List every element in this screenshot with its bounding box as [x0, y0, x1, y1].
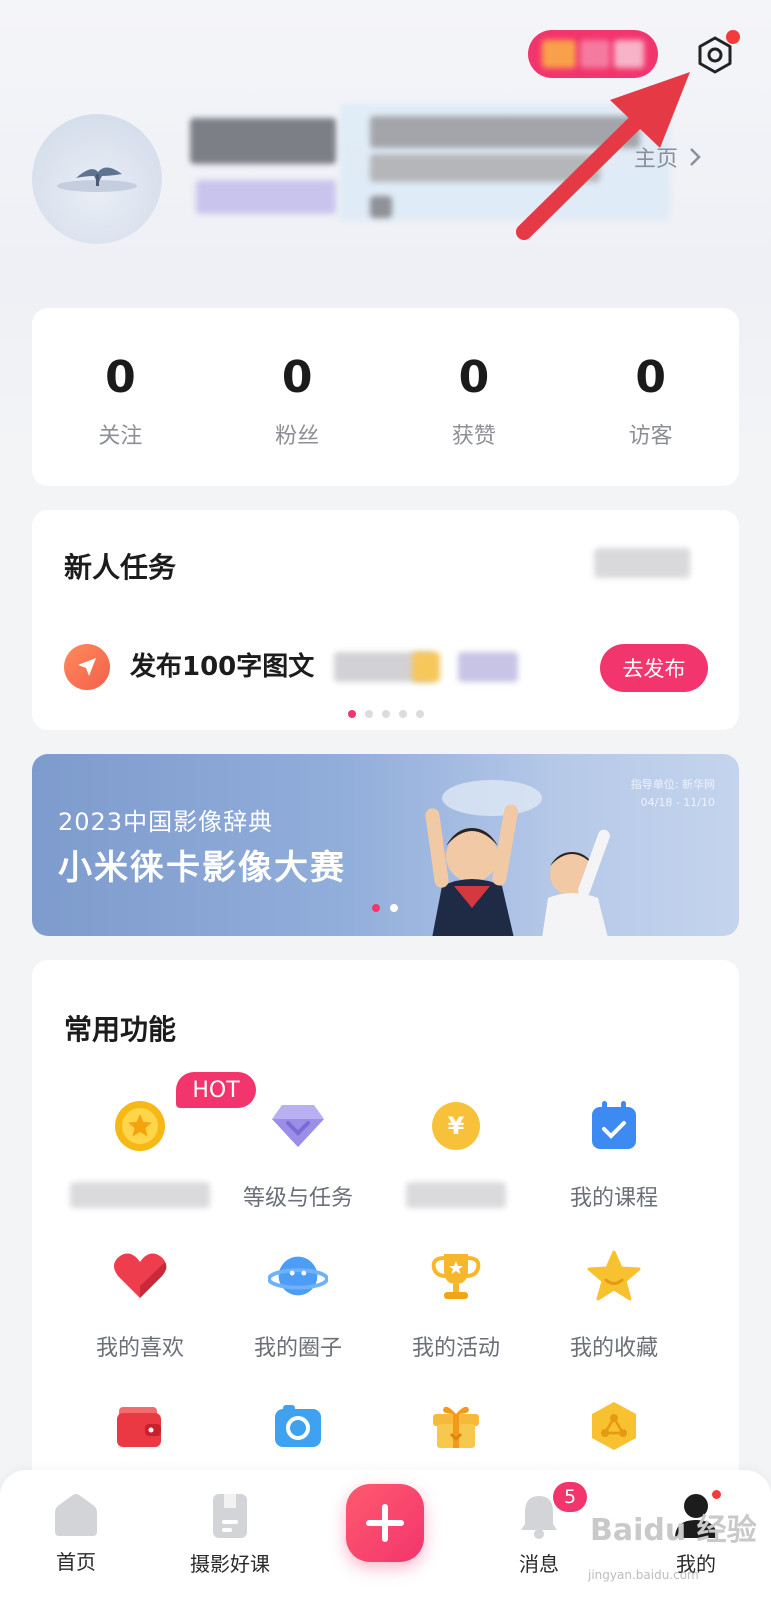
pagination-dot-active [372, 904, 380, 912]
gift-icon [426, 1396, 486, 1456]
annotation-arrow-icon [516, 72, 690, 240]
feature-coins[interactable] [60, 1094, 220, 1224]
planet-icon [268, 1246, 328, 1306]
stat-label: 获赞 [451, 424, 496, 449]
feature-label: 我的课程 [569, 1186, 658, 1211]
baidu-watermark-url: jingyan.baidu.com [588, 1568, 699, 1582]
settings-notification-dot [726, 30, 740, 44]
svg-text:¥: ¥ [448, 1112, 465, 1140]
stat-value: 0 [105, 352, 136, 403]
feature-earnings[interactable]: ¥ [376, 1094, 536, 1224]
feature-level-tasks[interactable]: 等级与任务 [218, 1094, 378, 1224]
stat-fans[interactable]: 0 粉丝 [209, 308, 386, 486]
stat-following[interactable]: 0 关注 [32, 308, 209, 486]
feature-label: 我的喜欢 [95, 1336, 184, 1361]
book-icon [213, 1494, 247, 1538]
trophy-icon [426, 1246, 486, 1306]
calendar-check-icon [584, 1096, 644, 1156]
feature-label-blurred [70, 1182, 210, 1208]
feature-my-courses[interactable]: 我的课程 [534, 1094, 694, 1224]
feature-label: 等级与任务 [242, 1186, 353, 1211]
feature-my-circles[interactable]: 我的圈子 [218, 1244, 378, 1374]
feature-my-likes[interactable]: 我的喜欢 [60, 1244, 220, 1374]
stat-label: 粉丝 [275, 424, 320, 449]
diamond-level-icon [268, 1096, 328, 1156]
feature-label-blurred [406, 1182, 506, 1208]
task-card-title: 新人任务 [64, 551, 177, 584]
banner-pagination [372, 904, 398, 912]
pagination-dot [390, 904, 398, 912]
feature-label: 我的活动 [411, 1336, 500, 1361]
nav-home[interactable]: 首页 [16, 1492, 136, 1575]
feature-label: 我的收藏 [569, 1336, 658, 1361]
stat-value: 0 [281, 352, 313, 403]
pagination-dot [364, 710, 373, 718]
feature-my-favorites[interactable]: 我的收藏 [534, 1244, 694, 1374]
task-pagination [32, 710, 739, 718]
mine-notification-dot [712, 1490, 721, 1499]
avatar[interactable] [32, 114, 162, 244]
stat-likes[interactable]: 0 获赞 [386, 308, 563, 486]
nav-label: 首页 [56, 1550, 96, 1574]
feature-label: 我的圈子 [253, 1336, 342, 1361]
feature-my-activities[interactable]: 我的活动 [376, 1244, 536, 1374]
newcomer-task-card: 新人任务 发布100字图文 去发布 [32, 510, 739, 730]
publish-button[interactable]: 去发布 [600, 644, 708, 692]
home-icon [55, 1494, 97, 1536]
camera-icon [268, 1396, 328, 1456]
nav-label: 消息 [519, 1552, 559, 1576]
wallet-icon [110, 1396, 170, 1456]
user-id-blurred [196, 180, 336, 214]
pagination-dot [398, 710, 407, 718]
nav-messages[interactable]: 消息 5 [479, 1482, 599, 1577]
send-icon [64, 644, 110, 690]
baidu-watermark: Baidu 经验 [590, 1513, 757, 1548]
nav-photography-courses[interactable]: 摄影好课 [170, 1492, 290, 1577]
stat-label: 访客 [628, 424, 673, 449]
star-icon [584, 1246, 644, 1306]
banner-subtitle: 2023中国影像辞典 [58, 808, 274, 836]
contest-banner[interactable]: 2023中国影像辞典 小米徕卡影像大赛 指导单位: 新华网 04/18 - 11… [32, 754, 739, 936]
pagination-dot [381, 710, 390, 718]
features-title: 常用功能 [64, 1013, 177, 1046]
banner-title: 小米徕卡影像大赛 [58, 848, 346, 888]
username-blurred [190, 118, 336, 164]
plus-icon [366, 1504, 404, 1542]
messages-count-badge: 5 [553, 1482, 587, 1512]
pagination-dot [415, 710, 424, 718]
nav-label: 摄影好课 [190, 1552, 270, 1576]
heart-icon [110, 1246, 170, 1306]
stat-visitors[interactable]: 0 访客 [562, 308, 739, 486]
common-features-card: 常用功能 HOT 等级与任务 ¥ 我的课程 我的喜欢 我的圈子 我的活动 我的收… [32, 960, 739, 1520]
task-text: 发布100字图文 [130, 652, 315, 682]
gold-coin-star-icon [110, 1096, 170, 1156]
children-photo-image [425, 780, 610, 936]
pagination-dot-active [347, 710, 356, 718]
yuan-coin-icon: ¥ [426, 1096, 486, 1156]
stat-label: 关注 [98, 424, 143, 449]
create-post-button[interactable] [346, 1484, 424, 1562]
user-info-text-blurred [370, 196, 392, 218]
task-progress-blurred[interactable] [594, 548, 690, 578]
stats-card: 0 关注 0 粉丝 0 获赞 0 访客 [32, 308, 739, 486]
stat-value: 0 [458, 352, 490, 403]
task-reward-blurred [412, 652, 440, 682]
stat-value: 0 [635, 352, 666, 403]
tree-landscape-image [57, 167, 137, 192]
hexagon-badge-icon [584, 1396, 644, 1456]
task-reward-blurred [458, 652, 518, 682]
